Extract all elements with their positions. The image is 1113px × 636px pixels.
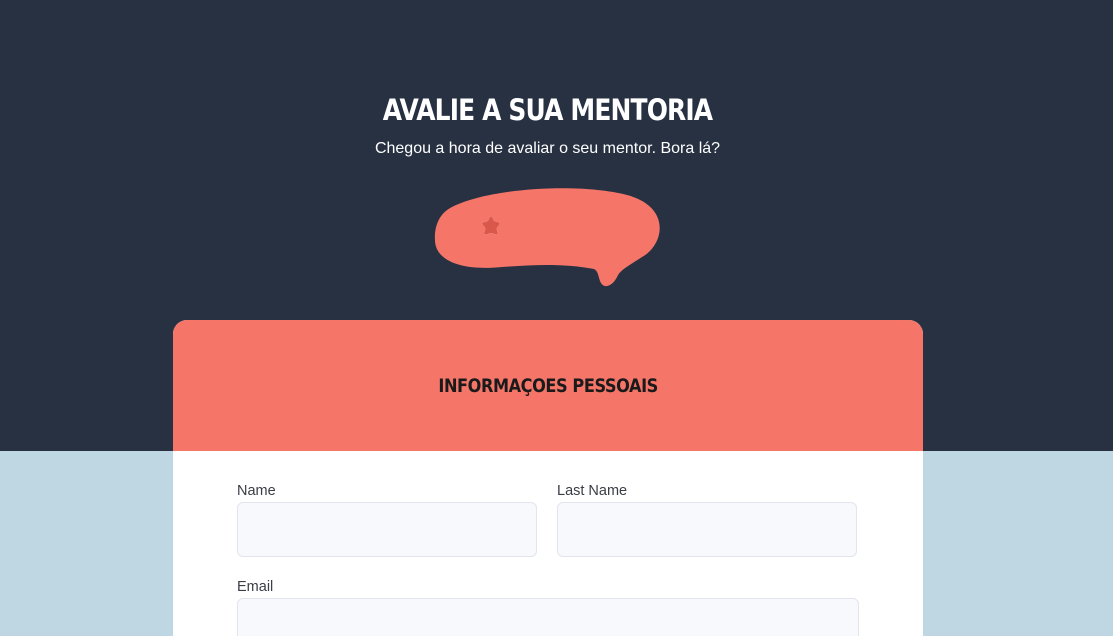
first-name-input[interactable] [237, 502, 537, 557]
last-name-label: Last Name [557, 483, 628, 499]
form-section-header: INFORMAÇOES PESSOAIS [173, 320, 923, 451]
email-input[interactable] [237, 598, 859, 636]
page-title: AVALIE A SUA MENTORIA [382, 93, 713, 127]
form-card: INFORMAÇOES PESSOAIS Name Last Name Emai… [173, 320, 923, 636]
rating-bubble [432, 185, 664, 290]
email-label: Email [237, 579, 274, 595]
speech-bubble-shape [434, 188, 660, 287]
star-icon[interactable] [480, 215, 502, 237]
last-name-input[interactable] [557, 502, 857, 557]
page-subtitle: Chegou a hora de avaliar o seu mentor. B… [374, 140, 721, 157]
section-title: INFORMAÇOES PESSOAIS [438, 374, 658, 397]
first-name-label: Name [237, 483, 276, 499]
